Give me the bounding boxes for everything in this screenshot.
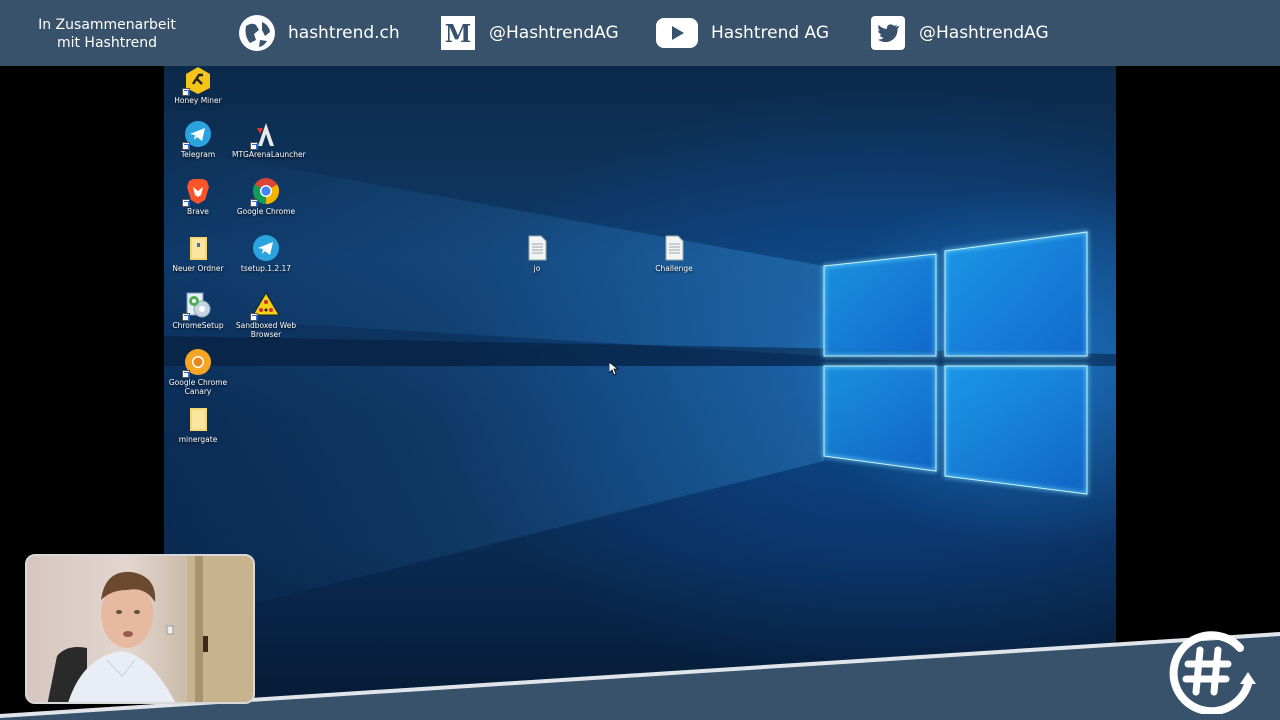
icon-label: MTGArenaLauncher bbox=[232, 150, 306, 159]
brave-icon bbox=[182, 177, 212, 207]
youtube-label[interactable]: Hashtrend AG bbox=[711, 23, 829, 43]
telegram-icon bbox=[182, 120, 212, 150]
icon-label: minergate bbox=[178, 435, 218, 444]
icon-label: ChromeSetup bbox=[172, 321, 224, 330]
youtube-link[interactable]: Hashtrend AG bbox=[655, 13, 829, 53]
desktop-icon-challenge[interactable]: Challenge bbox=[640, 234, 708, 273]
desktop-icon-neuer-ordner[interactable]: Neuer Ordner bbox=[164, 234, 232, 273]
windows-desktop[interactable]: Honey Miner Telegram Brave Neuer Ordner … bbox=[164, 66, 1116, 706]
website-label[interactable]: hashtrend.ch bbox=[288, 23, 400, 43]
medium-icon: M bbox=[439, 14, 477, 52]
hashtrend-banner: In Zusammenarbeit mit Hashtrend hashtren… bbox=[0, 0, 1280, 66]
collab-line-2: mit Hashtrend bbox=[56, 35, 158, 51]
collab-line-1: In Zusammenarbeit bbox=[38, 17, 176, 33]
telegram-icon bbox=[252, 234, 280, 262]
medium-label[interactable]: @HashtrendAG bbox=[489, 23, 619, 43]
desktop-icon-honey-miner[interactable]: Honey Miner bbox=[164, 66, 232, 105]
twitter-icon bbox=[869, 14, 907, 52]
icon-label: Brave bbox=[187, 207, 209, 216]
icon-label: Challenge bbox=[655, 264, 693, 273]
icon-label: Telegram bbox=[180, 150, 216, 159]
twitter-link[interactable]: @HashtrendAG bbox=[869, 13, 1049, 53]
icon-label: Google Chrome bbox=[236, 207, 296, 216]
desktop-icon-brave[interactable]: Brave bbox=[164, 177, 232, 216]
desktop-icon-google-chrome[interactable]: Google Chrome bbox=[232, 177, 300, 216]
folder-icon bbox=[184, 234, 212, 262]
youtube-icon bbox=[655, 14, 699, 52]
website-link[interactable]: hashtrend.ch bbox=[238, 13, 400, 53]
medium-link[interactable]: M @HashtrendAG bbox=[439, 13, 619, 53]
collaboration-note: In Zusammenarbeit mit Hashtrend bbox=[34, 16, 180, 52]
folder-icon bbox=[184, 405, 212, 433]
icon-label: Sandboxed Web Browser bbox=[235, 321, 297, 339]
desktop-icon-chrome-canary[interactable]: Google Chrome Canary bbox=[164, 348, 232, 396]
desktop-icon-sandboxed-browser[interactable]: Sandboxed Web Browser bbox=[232, 291, 300, 339]
installer-icon bbox=[182, 291, 212, 321]
text-file-icon bbox=[660, 234, 688, 262]
presenter-video bbox=[47, 556, 253, 702]
hashtrend-logo bbox=[1169, 631, 1256, 714]
icon-label: Honey Miner bbox=[174, 96, 222, 105]
windows-logo-wallpaper bbox=[164, 146, 1116, 626]
desktop-icon-tsetup[interactable]: tsetup.1.2.17 bbox=[232, 234, 300, 273]
chrome-canary-icon bbox=[182, 348, 212, 378]
sandboxed-browser-icon bbox=[250, 291, 280, 321]
icon-label: tsetup.1.2.17 bbox=[240, 264, 292, 273]
honey-miner-icon bbox=[182, 66, 212, 96]
webcam-overlay bbox=[25, 554, 255, 704]
text-file-icon bbox=[523, 234, 551, 262]
icon-label: Google Chrome Canary bbox=[168, 378, 228, 396]
desktop-icon-mtg-arena[interactable]: MTGArenaLauncher bbox=[232, 120, 306, 159]
globe-icon bbox=[238, 14, 276, 52]
desktop-icon-jo[interactable]: jo bbox=[503, 234, 571, 273]
mtg-arena-icon bbox=[250, 120, 280, 150]
desktop-icon-chromesetup[interactable]: ChromeSetup bbox=[164, 291, 232, 330]
desktop-icon-minergate[interactable]: minergate bbox=[164, 405, 232, 444]
mouse-cursor-icon bbox=[609, 362, 619, 376]
svg-text:M: M bbox=[445, 19, 472, 48]
desktop-icon-telegram[interactable]: Telegram bbox=[164, 120, 232, 159]
icon-label: jo bbox=[533, 264, 541, 273]
icon-label: Neuer Ordner bbox=[172, 264, 224, 273]
chrome-icon bbox=[250, 177, 280, 207]
twitter-label[interactable]: @HashtrendAG bbox=[919, 23, 1049, 43]
